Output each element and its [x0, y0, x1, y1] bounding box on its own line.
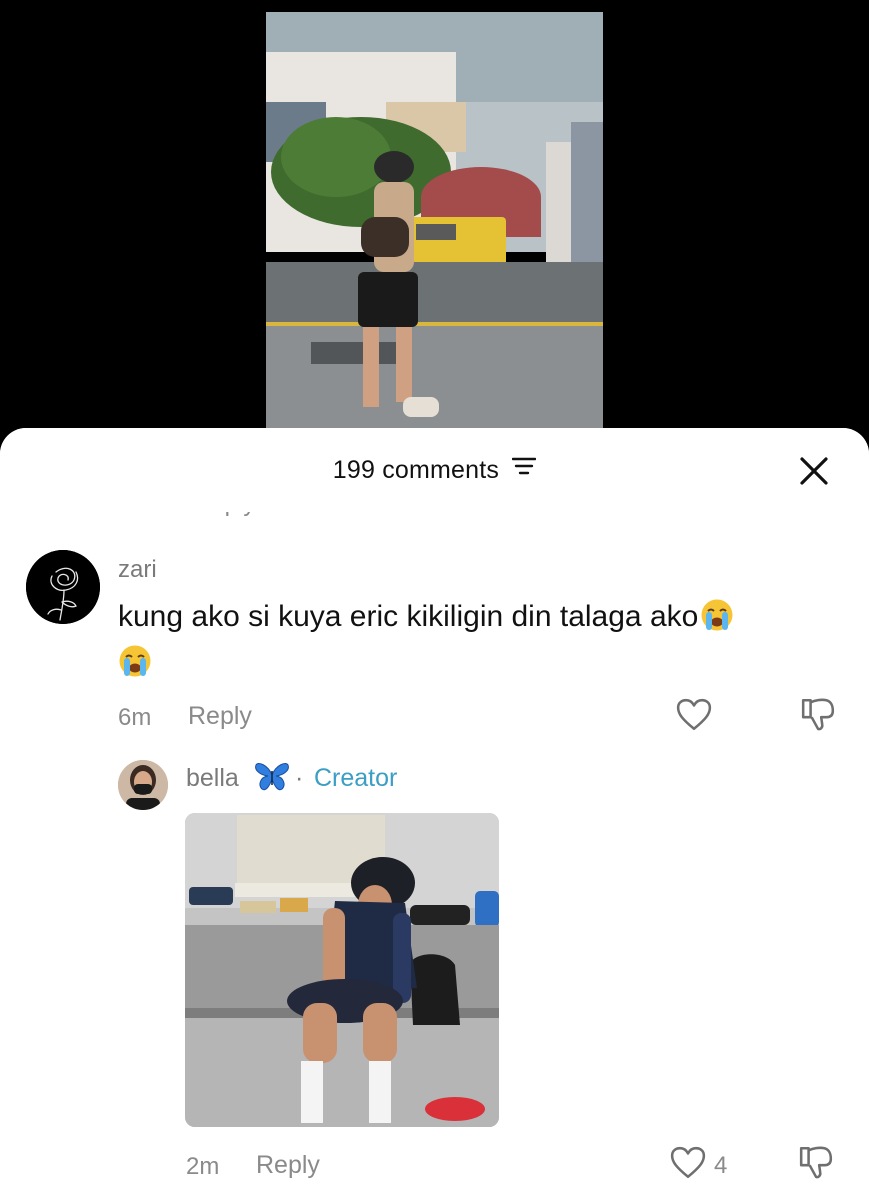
- reply-image-attachment[interactable]: [185, 813, 499, 1127]
- reply-button[interactable]: Reply: [256, 1151, 320, 1180]
- crying-face-icon: [118, 644, 152, 678]
- reply-username[interactable]: bella: [186, 764, 239, 793]
- comment-body: kung ako si kuya eric kikiligin din tala…: [118, 594, 818, 686]
- reply-time: 2m: [186, 1153, 220, 1180]
- comment-username[interactable]: zari: [118, 556, 157, 584]
- crying-face-icon: [700, 598, 734, 632]
- comments-header: 199 comments: [0, 428, 869, 512]
- video-frame-image: [266, 12, 603, 432]
- video-frame[interactable]: [266, 12, 603, 432]
- avatar[interactable]: [118, 760, 168, 810]
- thumbs-down-icon[interactable]: [798, 1144, 834, 1185]
- sort-icon[interactable]: [512, 455, 537, 484]
- comment-time: 6m: [118, 704, 152, 731]
- comments-sheet[interactable]: 199 comments 11m Reply: [0, 428, 869, 1200]
- comments-count-label: 199 comments: [332, 456, 500, 484]
- reply-button[interactable]: Reply: [188, 702, 252, 731]
- reply-photo: [185, 813, 499, 1127]
- butterfly-icon: [254, 761, 290, 798]
- separator-dot: ·: [295, 764, 304, 792]
- heart-icon[interactable]: [676, 698, 712, 737]
- heart-icon[interactable]: [670, 1146, 706, 1185]
- user-photo-avatar-icon: [118, 760, 168, 810]
- close-comments-button[interactable]: [797, 454, 831, 488]
- reply-like-count: 4: [714, 1152, 728, 1179]
- close-icon: [800, 457, 828, 485]
- comment-text: kung ako si kuya eric kikiligin din tala…: [118, 600, 699, 633]
- comments-count-title: 199 comments: [0, 456, 869, 485]
- thumbs-down-icon[interactable]: [800, 696, 836, 737]
- creator-badge: Creator: [314, 764, 398, 792]
- rose-sketch-avatar-icon: [26, 550, 100, 624]
- video-player-area[interactable]: [0, 0, 869, 450]
- avatar[interactable]: [26, 550, 100, 624]
